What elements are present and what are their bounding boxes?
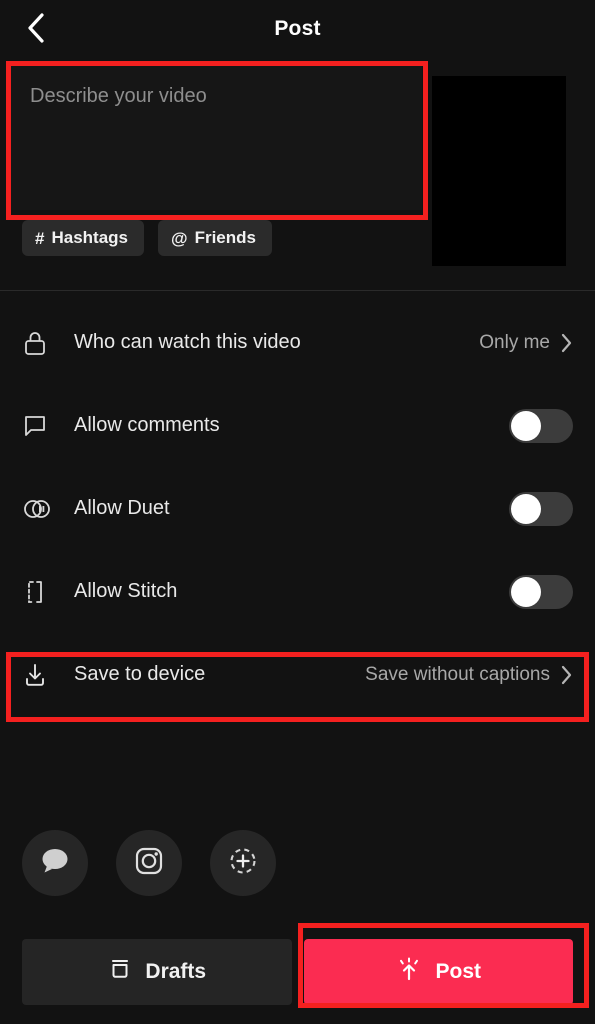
drafts-button-label: Drafts [145, 960, 207, 983]
bottom-action-bar: Drafts Post [0, 920, 595, 1024]
settings-list: Who can watch this video Only me Allow c… [0, 291, 595, 716]
instagram-icon [132, 844, 166, 883]
toggle-allow-comments[interactable] [509, 408, 573, 443]
archive-box-icon [107, 956, 133, 988]
stitch-icon [22, 578, 56, 606]
post-button-label: Post [435, 960, 481, 983]
share-more-button[interactable] [210, 830, 276, 896]
toggle-knob [511, 493, 541, 524]
hashtags-chip[interactable]: # Hashtags [22, 220, 144, 256]
message-bubble-icon [38, 845, 72, 882]
chevron-right-icon [560, 664, 573, 686]
description-placeholder: Describe your video [30, 85, 207, 107]
setting-row-duet[interactable]: Allow Duet [0, 467, 595, 550]
setting-row-save-to-device[interactable]: Save to device Save without captions [0, 633, 595, 716]
toggle-knob [511, 576, 541, 607]
description-left: Describe your video # Hashtags @ Friends [0, 58, 430, 256]
setting-label-comments: Allow comments [74, 414, 220, 436]
setting-row-stitch[interactable]: Allow Stitch [0, 550, 595, 633]
post-screen: Post Describe your video # Hashtags @ Fr… [0, 0, 595, 1024]
description-input[interactable]: Describe your video [8, 62, 422, 210]
duet-icon [22, 496, 56, 522]
hashtags-chip-label: Hashtags [51, 228, 128, 247]
setting-value-save-to-device: Save without captions [365, 663, 550, 685]
setting-value-privacy: Only me [479, 331, 550, 353]
comment-bubble-icon [22, 413, 56, 439]
share-instagram-button[interactable] [116, 830, 182, 896]
friends-chip-label: Friends [194, 228, 256, 247]
chevron-right-icon [560, 332, 573, 354]
lock-icon [22, 329, 56, 357]
setting-label-privacy: Who can watch this video [74, 331, 301, 353]
toggle-knob [511, 410, 541, 441]
post-button[interactable]: Post [303, 939, 573, 1005]
chevron-left-icon [26, 12, 46, 49]
back-button[interactable] [18, 12, 54, 48]
description-section: Describe your video # Hashtags @ Friends [0, 58, 595, 266]
toggle-allow-stitch[interactable] [509, 574, 573, 609]
friends-chip[interactable]: @ Friends [158, 220, 272, 256]
download-icon [22, 661, 56, 689]
description-chips: # Hashtags @ Friends [0, 210, 430, 256]
setting-label-stitch: Allow Stitch [74, 580, 178, 602]
setting-label-duet: Allow Duet [74, 497, 170, 519]
at-mention-icon: @ [171, 228, 188, 248]
setting-row-privacy[interactable]: Who can watch this video Only me [0, 301, 595, 384]
page-title: Post [274, 17, 321, 40]
share-targets [0, 830, 276, 896]
setting-row-comments[interactable]: Allow comments [0, 384, 595, 467]
hashtag-icon: # [35, 228, 45, 248]
add-more-icon [226, 844, 260, 883]
header: Post [0, 0, 595, 58]
drafts-button[interactable]: Drafts [22, 939, 292, 1005]
setting-label-save-to-device: Save to device [74, 663, 206, 685]
video-thumbnail[interactable] [432, 76, 566, 266]
share-messages-button[interactable] [22, 830, 88, 896]
toggle-allow-duet[interactable] [509, 491, 573, 526]
upload-burst-icon [395, 955, 423, 989]
